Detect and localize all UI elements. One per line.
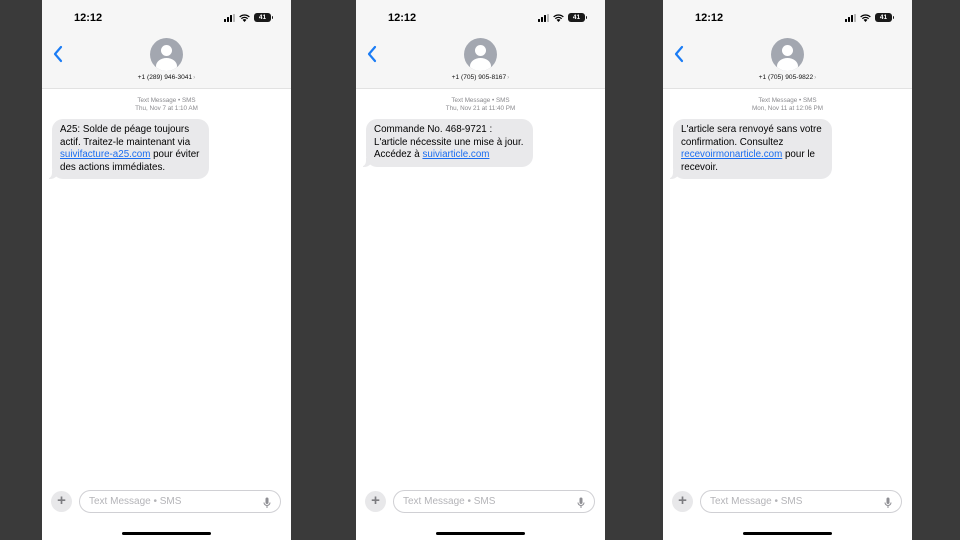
avatar-icon[interactable]: [464, 38, 497, 71]
message-line: L'article nécessite une mise à jour.: [374, 136, 524, 148]
avatar-icon[interactable]: [150, 38, 183, 71]
chevron-right-icon: ›: [193, 74, 196, 81]
plus-icon[interactable]: +: [365, 491, 386, 512]
status-time: 12:12: [388, 12, 417, 24]
message-type: Text Message • SMS: [451, 97, 510, 104]
avatar-icon[interactable]: [771, 38, 804, 71]
message-link[interactable]: suiviarticle.com: [422, 149, 489, 160]
message-line: recevoirmonarticle.com pour le: [681, 149, 815, 161]
microphone-icon[interactable]: [263, 496, 271, 508]
chevron-right-icon: ›: [814, 74, 817, 81]
input-placeholder: Text Message • SMS: [403, 496, 496, 507]
status-time: 12:12: [74, 12, 103, 24]
message-bubble: L'article sera renvoyé sans votre confir…: [667, 119, 832, 180]
plus-icon[interactable]: +: [51, 491, 72, 512]
microphone-icon[interactable]: [577, 496, 585, 508]
input-placeholder: Text Message • SMS: [89, 496, 182, 507]
wifi-icon: [553, 13, 564, 22]
conversation-header: 12:12 41 +1 (705) 905-8167›: [356, 0, 605, 89]
message-link[interactable]: suivifacture-a25.com: [60, 149, 150, 160]
message-meta: Text Message • SMS Thu, Nov 7 at 1:10 AM: [42, 97, 291, 113]
message-line: confirmation. Consultez: [681, 136, 784, 148]
message-meta: Text Message • SMS Mon, Nov 11 at 12:06 …: [663, 97, 912, 113]
message-date: Mon, Nov 11 at 12:06 PM: [752, 105, 823, 112]
wifi-icon: [239, 13, 250, 22]
message-bubble: Commande No. 468-9721 : L'article nécess…: [359, 119, 534, 167]
status-time: 12:12: [695, 12, 724, 24]
phone-screen-2: 12:12 41 +1 (705) 905-8167› Text Message…: [356, 0, 605, 540]
microphone-icon[interactable]: [884, 496, 892, 508]
message-line: Commande No. 468-9721 :: [374, 124, 493, 135]
contact-number-row[interactable]: +1 (289) 946-3041›: [42, 74, 291, 81]
signal-icon: [224, 13, 235, 22]
home-indicator: [122, 532, 211, 535]
chevron-right-icon: ›: [507, 74, 510, 81]
contact-number: +1 (705) 905-9822: [758, 74, 814, 81]
status-icons: 41: [538, 13, 587, 22]
back-chevron-icon[interactable]: [52, 45, 64, 63]
message-meta: Text Message • SMS Thu, Nov 21 at 11:40 …: [356, 97, 605, 113]
contact-number: +1 (289) 946-3041: [137, 74, 193, 81]
message-type: Text Message • SMS: [758, 97, 817, 104]
message-line: L'article sera renvoyé sans votre: [681, 124, 822, 135]
message-line: des actions immédiates.: [60, 161, 166, 173]
message-input[interactable]: Text Message • SMS: [79, 490, 281, 513]
conversation-header: 12:12 41 +1 (289) 946-3041›: [42, 0, 291, 89]
home-indicator: [436, 532, 525, 535]
message-line: A25: Solde de péage toujours: [60, 124, 190, 135]
message-type: Text Message • SMS: [137, 97, 196, 104]
battery-icon: 41: [568, 13, 587, 22]
phone-screen-3: 12:12 41 +1 (705) 905-9822› Text Message…: [663, 0, 912, 540]
home-indicator: [743, 532, 832, 535]
back-chevron-icon[interactable]: [673, 45, 685, 63]
phone-screen-1: 12:12 41 +1 (289) 946-3041› Text Message…: [42, 0, 291, 540]
status-icons: 41: [845, 13, 894, 22]
back-chevron-icon[interactable]: [366, 45, 378, 63]
message-input[interactable]: Text Message • SMS: [700, 490, 902, 513]
status-icons: 41: [224, 13, 273, 22]
contact-number-row[interactable]: +1 (705) 905-8167›: [356, 74, 605, 81]
message-date: Thu, Nov 7 at 1:10 AM: [135, 105, 198, 112]
message-date: Thu, Nov 21 at 11:40 PM: [445, 105, 516, 112]
input-placeholder: Text Message • SMS: [710, 496, 803, 507]
message-link[interactable]: recevoirmonarticle.com: [681, 149, 782, 160]
signal-icon: [538, 13, 549, 22]
message-bubble: A25: Solde de péage toujours actif. Trai…: [45, 119, 210, 180]
message-line: suivifacture-a25.com pour éviter: [60, 149, 200, 161]
contact-number-row[interactable]: +1 (705) 905-9822›: [663, 74, 912, 81]
plus-icon[interactable]: +: [672, 491, 693, 512]
message-line: Accédez à suiviarticle.com: [374, 149, 490, 161]
conversation-header: 12:12 41 +1 (705) 905-9822›: [663, 0, 912, 89]
contact-number: +1 (705) 905-8167: [451, 74, 507, 81]
message-input[interactable]: Text Message • SMS: [393, 490, 595, 513]
battery-icon: 41: [254, 13, 273, 22]
battery-icon: 41: [875, 13, 894, 22]
wifi-icon: [860, 13, 871, 22]
signal-icon: [845, 13, 856, 22]
message-line: actif. Traitez-le maintenant via: [60, 136, 191, 148]
message-line: recevoir.: [681, 161, 719, 173]
